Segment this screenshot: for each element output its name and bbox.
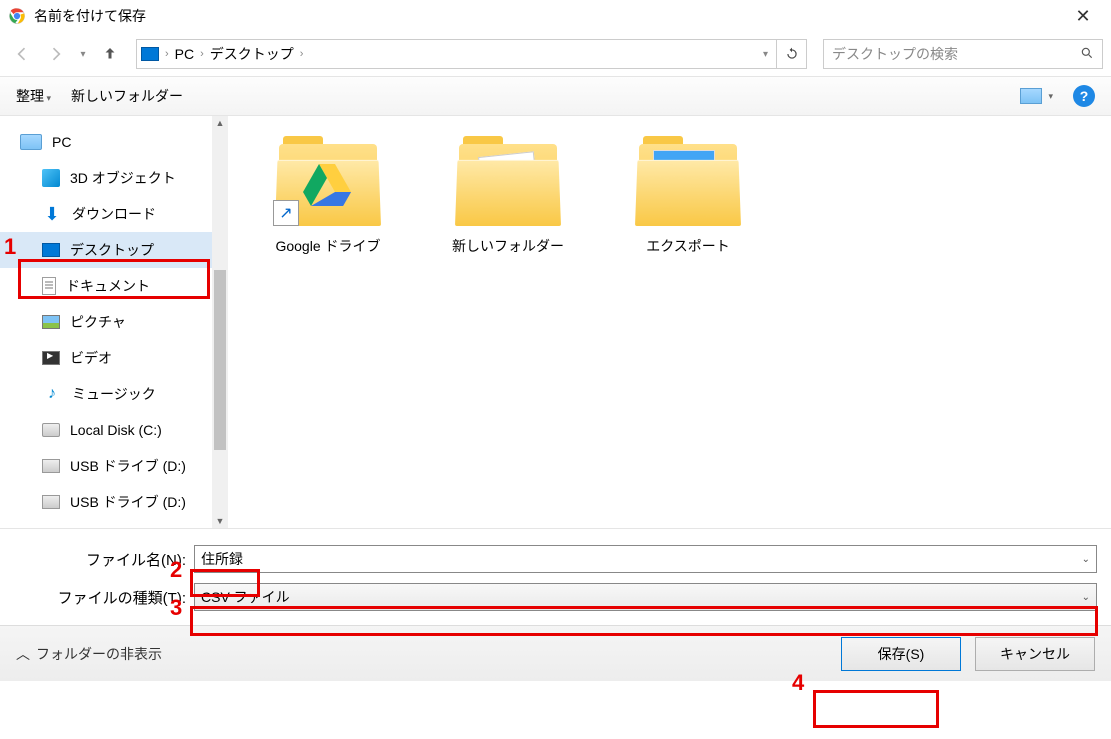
tree-label: PC: [52, 134, 71, 150]
scroll-down-icon[interactable]: ▼: [216, 516, 225, 526]
chevron-down-icon[interactable]: ⌄: [1082, 592, 1090, 603]
breadcrumb-desktop[interactable]: デスクトップ: [210, 44, 294, 64]
cancel-button[interactable]: キャンセル: [975, 637, 1095, 671]
video-icon: [42, 351, 60, 365]
file-label: 新しいフォルダー: [438, 236, 578, 256]
filename-label: ファイル名(N):: [14, 549, 194, 570]
tree-item-pc[interactable]: PC: [0, 124, 212, 160]
chevron-down-icon[interactable]: ⌄: [1082, 554, 1090, 565]
tree-item-documents[interactable]: ドキュメント: [0, 268, 212, 304]
chevron-up-icon: ︿: [16, 644, 30, 664]
shortcut-icon: ↗: [273, 200, 299, 226]
hide-folders-label: フォルダーの非表示: [36, 644, 162, 664]
file-item-google-drive[interactable]: ↗ Google ドライブ: [258, 136, 398, 256]
tree-item-3dobjects[interactable]: 3D オブジェクト: [0, 160, 212, 196]
file-item-new-folder[interactable]: X 新しいフォルダー: [438, 136, 578, 256]
folder-icon: [633, 136, 743, 226]
new-folder-button[interactable]: 新しいフォルダー: [71, 86, 183, 106]
address-bar[interactable]: › PC › デスクトップ › ▾: [136, 39, 777, 69]
picture-icon: [42, 315, 60, 329]
scroll-up-icon[interactable]: ▲: [216, 118, 225, 128]
filetype-select[interactable]: CSV ファイル ⌄: [194, 583, 1097, 611]
folder-tree: PC 3D オブジェクト ⬇ ダウンロード デスクトップ ドキュメント ピクチャ: [0, 116, 212, 528]
hide-folders-toggle[interactable]: ︿ フォルダーの非表示: [16, 644, 162, 664]
file-label: エクスポート: [618, 236, 758, 256]
organize-menu[interactable]: 整理: [16, 86, 51, 106]
pc-icon: [20, 134, 42, 150]
folder-icon: X: [453, 136, 563, 226]
help-button[interactable]: ?: [1073, 85, 1095, 107]
tree-label: Local Disk (C:): [70, 422, 162, 438]
filename-value: 住所録: [201, 549, 243, 569]
tree-item-pictures[interactable]: ピクチャ: [0, 304, 212, 340]
tree-label: ドキュメント: [66, 276, 150, 296]
window-title: 名前を付けて保存: [34, 6, 1063, 26]
tree-item-videos[interactable]: ビデオ: [0, 340, 212, 376]
tree-label: ダウンロード: [72, 204, 156, 224]
file-label: Google ドライブ: [258, 236, 398, 256]
folder-icon: ↗: [273, 136, 383, 226]
document-icon: [42, 277, 56, 295]
tree-scrollbar[interactable]: ▲ ▼: [212, 116, 228, 528]
usb-icon: [42, 459, 60, 473]
toolbar: 整理 新しいフォルダー ▾ ?: [0, 76, 1111, 116]
tree-label: ミュージック: [72, 384, 156, 404]
nav-bar: ▾ › PC › デスクトップ › ▾ デスクトップの検索: [0, 32, 1111, 76]
tree-item-usb-d-2[interactable]: USB ドライブ (D:): [0, 484, 212, 520]
chevron-right-icon: ›: [200, 48, 204, 60]
tree-label: ピクチャ: [70, 312, 126, 332]
breadcrumb-pc[interactable]: PC: [175, 46, 194, 62]
chevron-right-icon: ›: [165, 48, 169, 60]
close-button[interactable]: ✕: [1063, 6, 1103, 27]
filename-input[interactable]: 住所録 ⌄: [194, 545, 1097, 573]
nav-recent-dropdown[interactable]: ▾: [76, 40, 90, 68]
filetype-label: ファイルの種類(T):: [14, 587, 194, 608]
scrollbar-thumb[interactable]: [214, 270, 226, 450]
search-input[interactable]: デスクトップの検索: [823, 39, 1103, 69]
tree-item-usb-d-1[interactable]: USB ドライブ (D:): [0, 448, 212, 484]
tree-item-music[interactable]: ♪ ミュージック: [0, 376, 212, 412]
google-drive-icon: [303, 164, 351, 206]
music-icon: ♪: [42, 384, 62, 404]
desktop-icon: [141, 47, 159, 61]
filetype-value: CSV ファイル: [201, 587, 290, 607]
chrome-icon: [8, 7, 26, 25]
titlebar: 名前を付けて保存 ✕: [0, 0, 1111, 32]
view-options-button[interactable]: [1020, 88, 1042, 104]
annotation-box-4: [813, 690, 939, 728]
save-fields: ファイル名(N): 住所録 ⌄ ファイルの種類(T): CSV ファイル ⌄: [0, 528, 1111, 625]
dialog-footer: ︿ フォルダーの非表示 保存(S) キャンセル: [0, 625, 1111, 681]
download-icon: ⬇: [42, 204, 62, 224]
search-placeholder: デスクトップの検索: [832, 44, 958, 64]
address-dropdown-icon[interactable]: ▾: [763, 49, 768, 60]
save-button[interactable]: 保存(S): [841, 637, 961, 671]
desktop-icon: [42, 243, 60, 257]
tree-label: ビデオ: [70, 348, 112, 368]
nav-up[interactable]: [96, 40, 124, 68]
nav-back[interactable]: [8, 40, 36, 68]
nav-forward[interactable]: [42, 40, 70, 68]
search-icon: [1080, 46, 1094, 63]
tree-label: USB ドライブ (D:): [70, 492, 186, 512]
cube-icon: [42, 169, 60, 187]
tree-label: 3D オブジェクト: [70, 168, 176, 188]
disk-icon: [42, 423, 60, 437]
body-area: PC 3D オブジェクト ⬇ ダウンロード デスクトップ ドキュメント ピクチャ: [0, 116, 1111, 528]
chevron-right-icon: ›: [300, 48, 304, 60]
tree-label: USB ドライブ (D:): [70, 456, 186, 476]
tree-item-localdisk-c[interactable]: Local Disk (C:): [0, 412, 212, 448]
tree-item-desktop[interactable]: デスクトップ: [0, 232, 212, 268]
file-list: ↗ Google ドライブ X 新しいフォルダー: [228, 116, 1111, 528]
tree-item-downloads[interactable]: ⬇ ダウンロード: [0, 196, 212, 232]
usb-icon: [42, 495, 60, 509]
view-dropdown-icon[interactable]: ▾: [1048, 91, 1053, 102]
file-item-export[interactable]: エクスポート: [618, 136, 758, 256]
tree-label: デスクトップ: [70, 240, 154, 260]
refresh-button[interactable]: [777, 39, 807, 69]
